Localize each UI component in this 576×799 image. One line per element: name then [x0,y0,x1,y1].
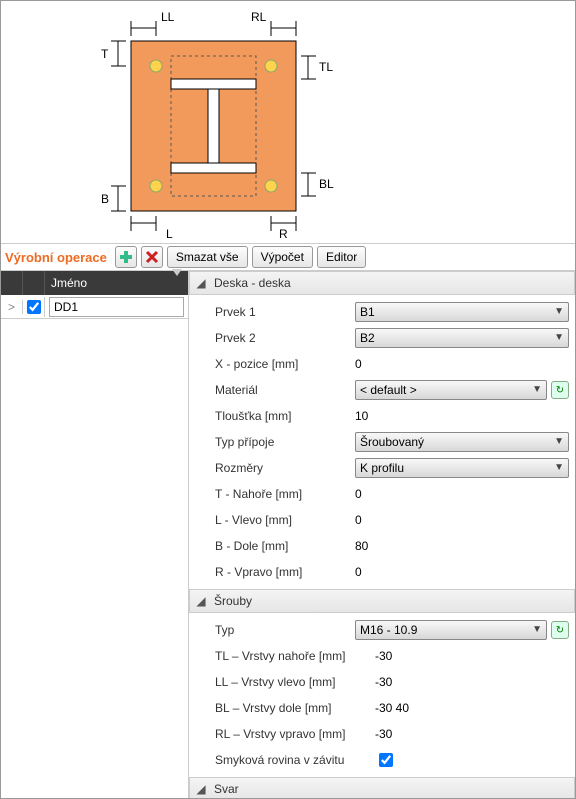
collapse-icon: ◢ [196,594,206,608]
label-b: B - Dole [mm] [215,539,355,553]
combo-prvek1[interactable]: B1▼ [355,302,569,322]
collapse-icon: ◢ [196,276,206,290]
label-dims: Rozměry [215,461,355,475]
list-header-name: Jméno [51,276,87,290]
combo-bolt-type[interactable]: M16 - 10.9▼ [355,620,547,640]
dim-label-t: T [101,47,109,61]
checkbox-shearplane[interactable] [379,753,393,767]
delete-all-button[interactable]: Smazat vše [167,246,248,268]
row-selector[interactable]: > [1,300,23,314]
label-prvek2: Prvek 2 [215,331,355,345]
dim-label-r: R [279,227,288,241]
label-r: R - Vpravo [mm] [215,565,355,579]
bolt-reload-button[interactable]: ↻ [551,621,569,639]
editor-button[interactable]: Editor [317,246,366,268]
combo-material[interactable]: < default >▼ [355,380,547,400]
collapse-icon: ◢ [196,782,206,796]
label-shearplane: Smyková rovina v závitu [215,753,375,767]
section-header-svar[interactable]: ◢ Svar [189,777,575,798]
label-thickness: Tloušťka [mm] [215,409,355,423]
label-t: T - Nahoře [mm] [215,487,355,501]
label-bl-layers: BL – Vrstvy dole [mm] [215,701,375,715]
section-header-deska[interactable]: ◢ Deska - deska [189,271,575,295]
dim-label-l: L [166,227,173,241]
label-material: Materiál [215,383,355,397]
label-rl-layers: RL – Vrstvy vpravo [mm] [215,727,375,741]
value-ll-layers[interactable]: -30 [375,675,575,689]
dim-label-rl: RL [251,10,267,24]
combo-prvek2[interactable]: B2▼ [355,328,569,348]
remove-operation-button[interactable] [141,246,163,268]
value-tl-layers[interactable]: -30 [375,649,575,663]
value-b[interactable]: 80 [355,539,575,553]
value-t[interactable]: 0 [355,487,575,501]
label-xpos: X - pozice [mm] [215,357,355,371]
add-operation-button[interactable] [115,246,137,268]
section-header-srouby[interactable]: ◢ Šrouby [189,589,575,613]
operations-list: Jméno > [1,271,189,798]
dim-label-tl: TL [319,60,333,74]
plate-diagram: LL RL T TL BL B L R [1,1,575,243]
list-row[interactable]: > [1,295,188,319]
value-r[interactable]: 0 [355,565,575,579]
label-conntype: Typ přípoje [215,435,355,449]
row-name-input[interactable] [49,297,184,317]
value-thickness[interactable]: 10 [355,409,575,423]
value-rl-layers[interactable]: -30 [375,727,575,741]
toolbar-title: Výrobní operace [5,250,107,265]
filter-icon[interactable] [172,276,182,290]
label-bolt-type: Typ [215,623,355,637]
value-bl-layers[interactable]: -30 40 [375,701,575,715]
combo-dims[interactable]: K profilu▼ [355,458,569,478]
dim-label-ll: LL [161,10,175,24]
label-l: L - Vlevo [mm] [215,513,355,527]
property-panel: ◢ Deska - deska Prvek 1 B1▼ Prvek 2 B2▼ … [189,271,575,798]
calculate-button[interactable]: Výpočet [252,246,313,268]
row-enabled-checkbox[interactable] [27,300,41,314]
value-xpos[interactable]: 0 [355,357,575,371]
label-tl-layers: TL – Vrstvy nahoře [mm] [215,649,375,663]
operations-toolbar: Výrobní operace Smazat vše Výpočet Edito… [1,243,575,271]
dim-label-b: B [101,192,109,206]
label-prvek1: Prvek 1 [215,305,355,319]
combo-conntype[interactable]: Šroubovaný▼ [355,432,569,452]
material-reload-button[interactable]: ↻ [551,381,569,399]
value-l[interactable]: 0 [355,513,575,527]
label-ll-layers: LL – Vrstvy vlevo [mm] [215,675,375,689]
dim-label-bl: BL [319,177,334,191]
